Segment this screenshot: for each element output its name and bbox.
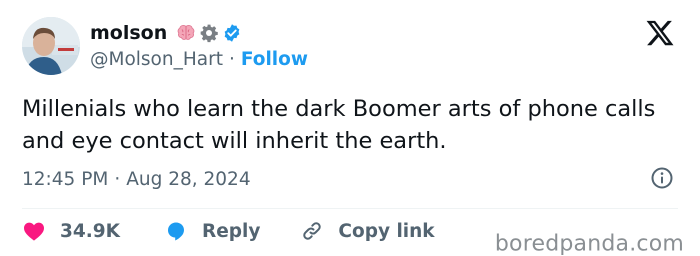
avatar[interactable] (22, 17, 80, 75)
author-name[interactable]: molson (90, 22, 167, 44)
reply-bubble-icon (167, 222, 184, 241)
tweet-timestamp[interactable]: 12:45 PM · Aug 28, 2024 (22, 165, 251, 193)
heart-icon (24, 222, 44, 241)
author-handle[interactable]: @Molson_Hart (90, 49, 223, 70)
separator-dot: · (114, 168, 121, 190)
verified-check-icon (222, 23, 242, 43)
author-name-row: molson (90, 19, 242, 47)
link-icon (303, 222, 322, 240)
tweet-time: 12:45 PM (22, 168, 109, 190)
reply-button[interactable]: Reply (164, 219, 260, 243)
gear-icon (199, 23, 219, 43)
brain-icon (176, 23, 196, 43)
like-count: 34.9K (60, 220, 120, 242)
tweet-actions: 34.9K Reply Copy link (22, 216, 435, 246)
person-photo-icon (22, 17, 80, 75)
reply-label: Reply (201, 220, 261, 242)
copy-link-label: Copy link (338, 220, 435, 242)
separator-dot: · (228, 48, 235, 70)
copy-link-button[interactable]: Copy link (300, 219, 435, 243)
watermark: boredpanda.com (494, 231, 684, 256)
tweet-date: Aug 28, 2024 (126, 168, 251, 190)
like-button[interactable]: 34.9K (22, 219, 120, 243)
x-logo-icon[interactable] (644, 18, 676, 48)
divider (22, 208, 678, 209)
tweet-text: Millenials who learn the dark Boomer art… (22, 96, 656, 154)
follow-button[interactable]: Follow (241, 49, 308, 70)
info-icon[interactable] (650, 166, 674, 190)
author-handle-row: @Molson_Hart · Follow (90, 46, 308, 72)
